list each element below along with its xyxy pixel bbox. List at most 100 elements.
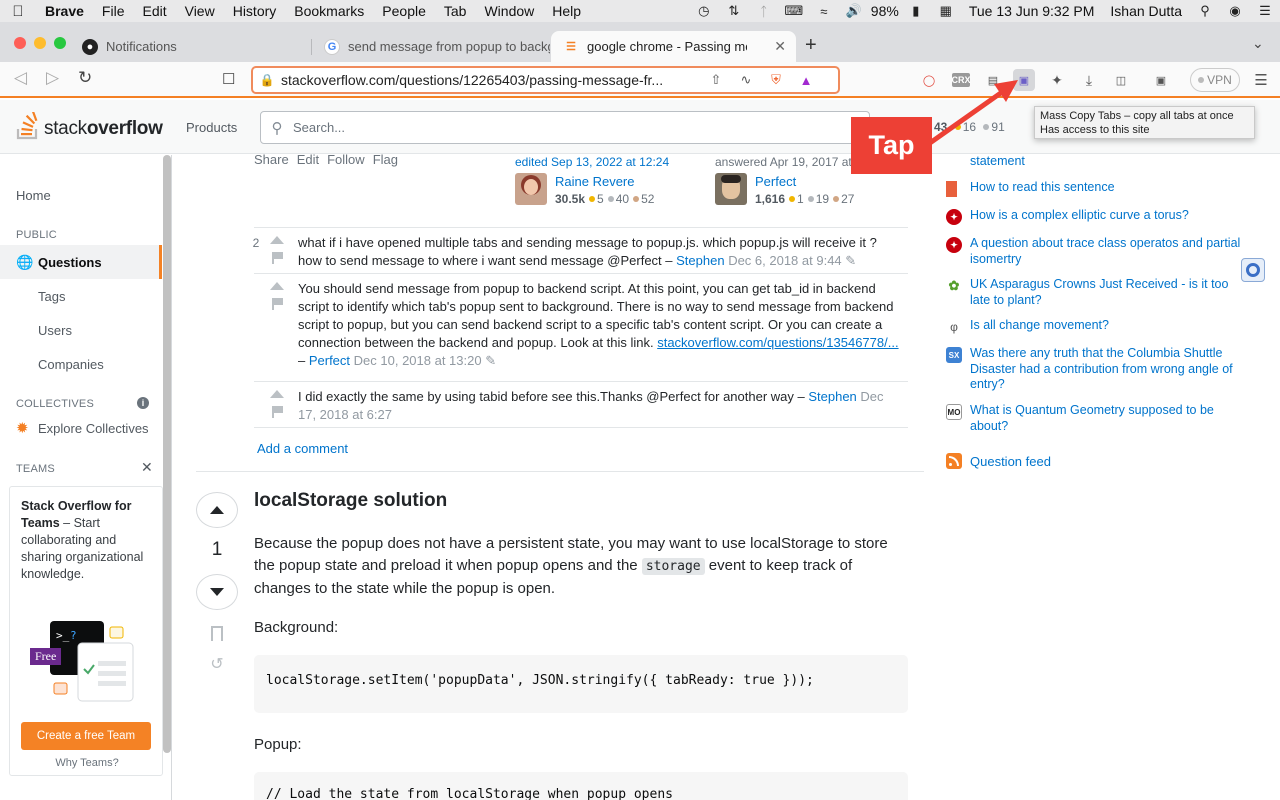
menu-people[interactable]: People (373, 3, 435, 19)
wallet-icon[interactable]: ▣ (1150, 69, 1172, 91)
tab-send-message[interactable]: G send message from popup to backg (320, 31, 550, 62)
nav-explore-collectives[interactable]: Explore Collectives (38, 421, 149, 436)
nav-home[interactable]: Home (16, 188, 51, 203)
author-name[interactable]: Perfect (755, 174, 796, 189)
hot-question-item[interactable]: SX Was there any truth that the Columbia… (946, 346, 1241, 393)
hot-question-link[interactable]: Was there any truth that the Columbia Sh… (970, 346, 1241, 393)
flag-link[interactable]: Flag (373, 152, 398, 167)
search-input[interactable]: Search... (293, 120, 345, 135)
comment-user-link[interactable]: Stephen (676, 253, 724, 268)
window-zoom-button[interactable] (54, 37, 66, 49)
comment-user-link[interactable]: Stephen (808, 389, 856, 404)
comment-date[interactable]: Dec 6, 2018 at 9:44 (728, 253, 841, 268)
user-name[interactable]: Ishan Dutta (1102, 3, 1190, 19)
menu-bookmarks[interactable]: Bookmarks (285, 3, 373, 19)
sidebar-scrollbar[interactable] (163, 155, 171, 753)
menu-help[interactable]: Help (543, 3, 590, 19)
add-comment-link[interactable]: Add a comment (257, 441, 348, 456)
hot-question-item[interactable]: ✿ UK Asparagus Crowns Just Received - is… (946, 277, 1241, 308)
hot-question-item[interactable]: ✦ How is a complex elliptic curve a toru… (946, 208, 1241, 225)
comment-user-link[interactable]: Perfect (309, 353, 350, 368)
avatar[interactable] (715, 173, 747, 205)
question-feed[interactable]: Question feed (946, 453, 1051, 469)
tab-passing-message-active[interactable]: ☰ google chrome - Passing messa ✕ (551, 31, 796, 62)
vpn-button[interactable]: VPN (1190, 68, 1240, 92)
tab-close-icon[interactable]: ✕ (764, 38, 796, 55)
close-icon[interactable]: ✕ (141, 459, 153, 476)
downvote-button[interactable] (196, 574, 238, 610)
extensions-puzzle-icon[interactable]: ✦ (1046, 69, 1068, 91)
hot-question-item[interactable]: φ Is all change movement? (946, 318, 1241, 335)
lock-icon[interactable]: 🔒 (253, 73, 281, 87)
flag-icon[interactable] (272, 406, 283, 418)
url-text[interactable]: stackoverflow.com/questions/12265403/pas… (281, 72, 701, 88)
new-tab-icon[interactable]: + (805, 34, 817, 57)
why-teams-link[interactable]: Why Teams? (10, 757, 164, 769)
share-icon[interactable]: ⇧ (701, 72, 731, 88)
edit-pencil-icon[interactable]: ✎ (845, 253, 856, 268)
comment-date[interactable]: Dec 10, 2018 at 13:20 (354, 353, 482, 368)
keyboard-icon[interactable]: ⌨ (779, 3, 809, 19)
downloads-icon[interactable]: ⤓ (1078, 69, 1100, 91)
rss-icon[interactable]: ∿ (731, 72, 761, 88)
question-feed-link[interactable]: Question feed (970, 454, 1051, 469)
comment-upvote-icon[interactable] (270, 390, 284, 398)
brave-rewards-icon[interactable]: ▲ (791, 73, 821, 88)
history-icon[interactable]: ↺ (207, 654, 227, 674)
control-center-icon[interactable]: ☰ (1250, 3, 1280, 19)
back-icon[interactable]: ◁ (14, 68, 27, 88)
clock[interactable]: Tue 13 Jun 9:32 PM (961, 3, 1103, 19)
brave-shields-icon[interactable]: ⛨ (761, 72, 791, 88)
comment-upvote-icon[interactable] (270, 236, 284, 244)
menu-edit[interactable]: Edit (133, 3, 175, 19)
nav-tags[interactable]: Tags (38, 289, 65, 304)
edit-link[interactable]: Edit (297, 152, 319, 167)
time-machine-icon[interactable]: ◷ (689, 3, 719, 19)
edit-pencil-icon[interactable]: ✎ (485, 353, 496, 368)
edited-timestamp[interactable]: edited Sep 13, 2022 at 12:24 (515, 155, 669, 169)
chevron-down-icon[interactable]: ⌄ (1252, 35, 1264, 52)
sync-icon[interactable]: ⇅ (719, 3, 749, 19)
products-menu[interactable]: Products (186, 120, 237, 135)
hot-question-link[interactable]: What is Quantum Geometry supposed to be … (970, 403, 1241, 434)
comment-upvote-icon[interactable] (270, 282, 284, 290)
tab-notifications[interactable]: ● Notifications (80, 31, 310, 62)
address-bar[interactable]: 🔒 stackoverflow.com/questions/12265403/p… (251, 66, 840, 94)
hot-question-item[interactable]: ✦ A question about trace class operatos … (946, 236, 1241, 267)
menu-icon[interactable]: ☰ (1250, 69, 1272, 91)
bookmark-icon[interactable] (211, 626, 223, 641)
bluetooth-icon[interactable]: ᛏ (749, 4, 779, 19)
menu-app-brave[interactable]: Brave (36, 3, 93, 19)
stackoverflow-logo[interactable]: stackoverflow (16, 112, 163, 140)
nav-questions[interactable]: Questions (38, 255, 102, 270)
spotlight-search-icon[interactable]: ⚲ (1190, 3, 1220, 19)
bookmark-page-icon[interactable]: ☐ (222, 70, 235, 88)
sidebar-icon[interactable]: ◫ (1110, 69, 1132, 91)
window-close-button[interactable] (14, 37, 26, 49)
reload-icon[interactable]: ↻ (78, 68, 92, 88)
menu-file[interactable]: File (93, 3, 134, 19)
create-free-team-button[interactable]: Create a free Team (21, 722, 151, 750)
search-box[interactable]: ⚲ Search... (260, 111, 870, 144)
follow-link[interactable]: Follow (327, 152, 365, 167)
hot-question-item[interactable]: MO What is Quantum Geometry supposed to … (946, 403, 1241, 434)
apple-menu-icon[interactable]:  (0, 3, 36, 20)
upvote-button[interactable] (196, 492, 238, 528)
hot-question-link[interactable]: UK Asparagus Crowns Just Received - is i… (970, 277, 1241, 308)
siri-icon[interactable]: ◉ (1220, 3, 1250, 19)
floating-extension-icon[interactable] (1241, 258, 1265, 282)
hot-question-link[interactable]: How is a complex elliptic curve a torus? (970, 208, 1241, 225)
editor-name[interactable]: Raine Revere (555, 174, 635, 189)
battery-icon[interactable]: ▮ (901, 3, 931, 19)
menu-history[interactable]: History (224, 3, 286, 19)
nav-companies[interactable]: Companies (38, 357, 104, 372)
menu-view[interactable]: View (176, 3, 224, 19)
menu-tab[interactable]: Tab (435, 3, 476, 19)
info-icon[interactable]: i (137, 397, 149, 409)
forward-icon[interactable]: ▷ (46, 68, 59, 88)
hot-question-link[interactable]: How to read this sentence (970, 180, 1241, 197)
flag-icon[interactable] (272, 298, 283, 310)
nav-users[interactable]: Users (38, 323, 72, 338)
hot-question-link[interactable]: A question about trace class operatos an… (970, 236, 1241, 267)
menu-window[interactable]: Window (475, 3, 543, 19)
